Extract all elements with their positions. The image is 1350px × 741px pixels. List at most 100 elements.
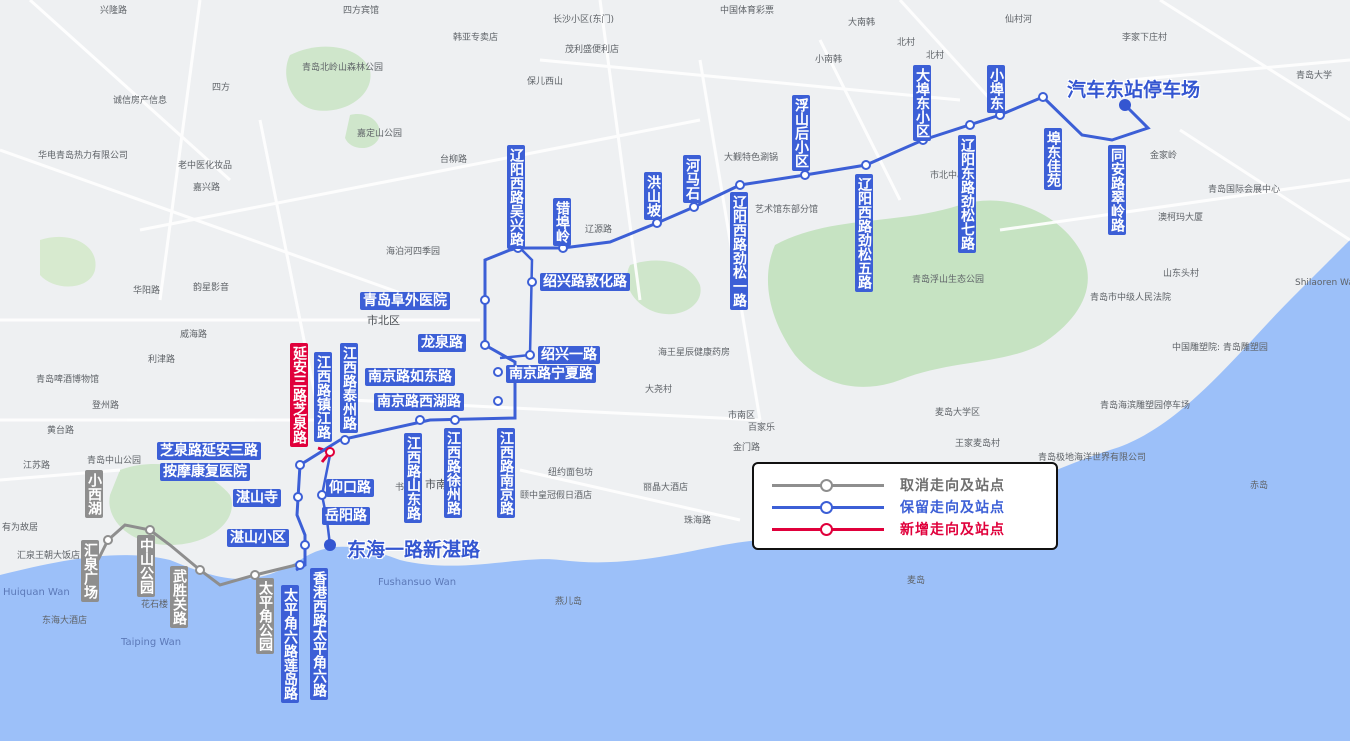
place-label: 韵星影音 bbox=[193, 283, 230, 293]
stop-label: 按摩康复医院 bbox=[160, 463, 250, 481]
place-label: 颐中皇冠假日酒店 bbox=[520, 491, 593, 501]
place-label: 四方宾馆 bbox=[343, 6, 380, 16]
place-label: 有为故居 bbox=[2, 523, 39, 533]
place-label: 华电青岛热力有限公司 bbox=[38, 151, 129, 161]
terminal-north-label: 汽车东站停车场 bbox=[1067, 79, 1201, 101]
stop-label: 绍兴路敦化路 bbox=[540, 273, 630, 291]
map-legend: 取消走向及站点 保留走向及站点 新增走向及站点 bbox=[752, 462, 1058, 550]
park-area bbox=[40, 236, 96, 287]
place-label: 辽源路 bbox=[585, 225, 613, 235]
place-label: 金门路 bbox=[733, 443, 761, 453]
place-label: 海王星辰健康药房 bbox=[658, 348, 731, 358]
place-label: Shilaoren Wan bbox=[1295, 278, 1350, 288]
place-label: Huiquan Wan bbox=[3, 587, 70, 598]
place-label: 澳柯玛大厦 bbox=[1158, 213, 1204, 223]
legend-dot-cancelled bbox=[820, 479, 833, 492]
place-label: 青岛国际会展中心 bbox=[1208, 185, 1281, 195]
stop-label: 江西路南京路 bbox=[497, 428, 515, 518]
stop-label: 仰口路 bbox=[326, 479, 374, 497]
place-label: 百家乐 bbox=[748, 423, 776, 433]
stop-label: 江西路泰州路 bbox=[340, 343, 358, 433]
place-label: 威海路 bbox=[180, 330, 208, 340]
place-label: 青岛北岭山森林公园 bbox=[302, 63, 384, 73]
place-label: 麦岛 bbox=[907, 576, 926, 586]
cancelled-stop-label: 中山公园 bbox=[137, 535, 155, 597]
legend-dot-added bbox=[820, 523, 833, 536]
legend-row-added: 新增走向及站点 bbox=[772, 519, 1042, 539]
place-label: 李家下庄村 bbox=[1122, 33, 1168, 43]
stop-label: 岳阳路 bbox=[322, 507, 370, 525]
place-label: 青岛极地海洋世界有限公司 bbox=[1038, 453, 1147, 463]
place-label: 韩亚专卖店 bbox=[453, 33, 499, 43]
cancelled-stop-label: 汇泉广场 bbox=[81, 540, 99, 602]
place-label: 诚信房产信息 bbox=[113, 96, 168, 106]
stop-label: 错埠岭 bbox=[553, 198, 571, 246]
stop-label: 江西路徐州路 bbox=[444, 428, 462, 518]
place-label: 小南韩 bbox=[815, 55, 843, 65]
retained-route-branch bbox=[320, 454, 332, 546]
place-label: 大觐特色涮锅 bbox=[724, 153, 779, 163]
cancelled-stop-label: 小西湖 bbox=[85, 470, 103, 518]
stop-label: 湛山寺 bbox=[233, 489, 281, 507]
place-label: 山东头村 bbox=[1163, 269, 1200, 279]
stop-label: 辽阳西路劲松一路 bbox=[730, 192, 748, 310]
place-label: 兴隆路 bbox=[100, 6, 128, 16]
legend-label-added: 新增走向及站点 bbox=[900, 522, 1005, 538]
place-label: 燕儿岛 bbox=[555, 597, 583, 607]
added-stop-label: 延安三路芝泉路 bbox=[290, 343, 308, 447]
legend-label-cancelled: 取消走向及站点 bbox=[900, 478, 1005, 494]
place-label: 花石楼 bbox=[141, 600, 169, 610]
place-label: 海泊河四季园 bbox=[386, 247, 441, 257]
stop-label: 浮山后小区 bbox=[792, 95, 810, 171]
place-label: 青岛浮山生态公园 bbox=[912, 275, 985, 285]
stop-label: 湛山小区 bbox=[227, 529, 289, 547]
place-label: 青岛中山公园 bbox=[87, 456, 142, 466]
stop-label: 青岛阜外医院 bbox=[360, 292, 450, 310]
park-area bbox=[767, 200, 1088, 387]
place-label: 老中医化妆品 bbox=[178, 161, 233, 171]
park-area bbox=[286, 46, 371, 111]
stop-label: 江西路镇江路 bbox=[314, 352, 332, 442]
stop-label: 辽阳西路吴兴路 bbox=[507, 145, 525, 249]
place-label: 赤岛 bbox=[1250, 481, 1269, 491]
place-label: 台柳路 bbox=[440, 155, 468, 165]
place-label: 麦岛大学区 bbox=[935, 408, 981, 418]
place-label: 北村 bbox=[926, 51, 945, 61]
place-label: 北村 bbox=[897, 38, 916, 48]
place-label: 嘉定山公园 bbox=[357, 129, 403, 139]
place-label: 金家岭 bbox=[1150, 151, 1178, 161]
stop-label: 南京路宁夏路 bbox=[506, 365, 596, 383]
cancelled-stop-label: 太平角公园 bbox=[256, 578, 274, 654]
stop-label: 河马石 bbox=[683, 155, 701, 203]
place-label: 登州路 bbox=[92, 401, 120, 411]
place-label: Fushansuo Wan bbox=[378, 577, 457, 588]
stop-label: 小埠东 bbox=[987, 65, 1005, 113]
stop-label: 洪山坡 bbox=[644, 172, 662, 220]
place-label: 仙村河 bbox=[1005, 15, 1033, 25]
stop-label: 龙泉路 bbox=[418, 334, 466, 352]
place-label: 青岛大学 bbox=[1296, 71, 1333, 81]
retained-route-branch bbox=[499, 247, 534, 360]
place-label: 中国雕塑院: 青岛雕塑园 bbox=[1172, 343, 1268, 353]
place-label: 大南韩 bbox=[848, 18, 876, 28]
stop-label: 南京路如东路 bbox=[365, 368, 455, 386]
place-label: 华阳路 bbox=[133, 286, 161, 296]
place-label: 汇泉王朝大饭店 bbox=[17, 551, 81, 561]
place-label: 青岛海滨雕塑园停车场 bbox=[1100, 401, 1191, 411]
place-label: 中国体育彩票 bbox=[720, 6, 775, 16]
place-label: 茂利盛便利店 bbox=[565, 45, 620, 55]
stop-label: 绍兴一路 bbox=[538, 346, 600, 364]
place-label: Taiping Wan bbox=[121, 637, 182, 648]
stop-label: 辽阳东路劲松七路 bbox=[958, 135, 976, 253]
place-label: 大尧村 bbox=[645, 385, 673, 395]
place-label: 长沙小区(东门) bbox=[553, 15, 615, 25]
place-label: 保儿西山 bbox=[527, 77, 564, 87]
cancelled-stop-label: 武胜关路 bbox=[170, 566, 188, 628]
place-label: 四方 bbox=[212, 83, 231, 93]
place-label: 艺术馆东部分馆 bbox=[755, 205, 819, 215]
place-label: 东海大酒店 bbox=[42, 616, 88, 626]
stop-label: 同安路翠岭路 bbox=[1108, 145, 1126, 235]
place-label: 江苏路 bbox=[23, 461, 51, 471]
district-label: 市北区 bbox=[367, 314, 400, 327]
place-label: 珠海路 bbox=[684, 516, 712, 526]
